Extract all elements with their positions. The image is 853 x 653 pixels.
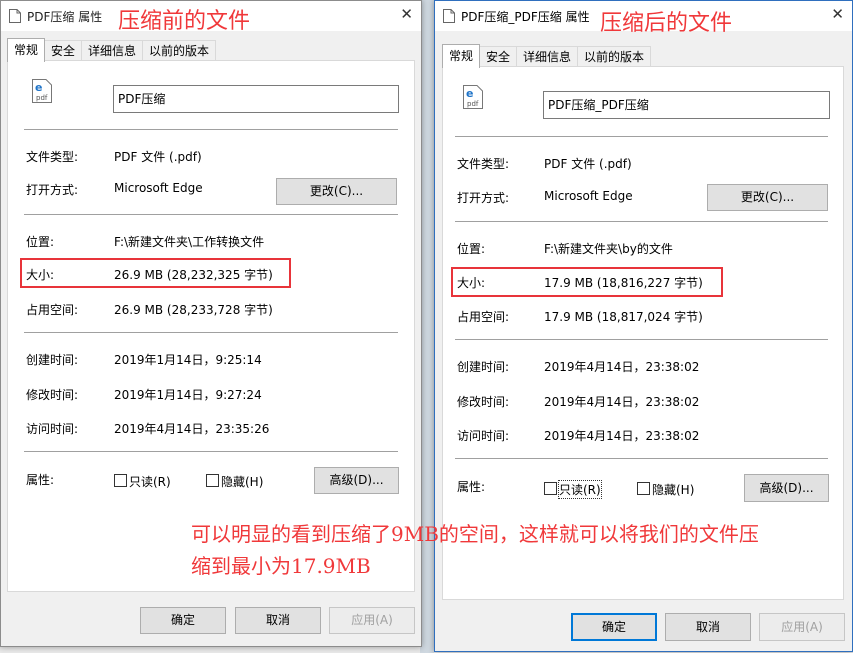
cancel-button[interactable]: 取消 [665, 613, 751, 641]
left-tab-strip: 常规 安全 详细信息 以前的版本 [7, 37, 217, 62]
size-highlight-box [20, 258, 291, 288]
right-window-title: PDF压缩_PDF压缩 属性 [461, 10, 590, 24]
annotation-line-2: 缩到最小为17.9MB [191, 554, 371, 578]
cancel-button[interactable]: 取消 [235, 607, 321, 634]
svg-text:pdf: pdf [36, 94, 48, 102]
open-with-value: Microsoft Edge [114, 181, 203, 195]
filename-input[interactable]: PDF压缩 [113, 85, 399, 113]
change-button[interactable]: 更改(C)... [276, 178, 397, 205]
right-tab-strip: 常规 安全 详细信息 以前的版本 [442, 43, 652, 68]
svg-text:e: e [35, 81, 42, 94]
annotation-line-1: 可以明显的看到压缩了9MB的空间，这样就可以将我们的文件压 [191, 522, 759, 546]
separator [24, 129, 398, 130]
apply-button[interactable]: 应用(A) [759, 613, 845, 641]
advanced-button[interactable]: 高级(D)... [314, 467, 399, 494]
created-value: 2019年4月14日，23:38:02 [544, 360, 700, 374]
tab-details[interactable]: 详细信息 [516, 46, 579, 68]
file-type-label: 文件类型: [457, 157, 510, 171]
hidden-checkbox[interactable] [206, 474, 219, 487]
created-value: 2019年1月14日，9:25:14 [114, 353, 262, 367]
separator [24, 332, 398, 333]
size-on-disk-value: 17.9 MB (18,817,024 字节) [544, 310, 703, 324]
tab-general[interactable]: 常规 [7, 38, 46, 62]
accessed-label: 访问时间: [457, 429, 510, 443]
readonly-label[interactable]: 只读(R) [129, 473, 171, 490]
separator [24, 214, 398, 215]
created-label: 创建时间: [26, 353, 79, 367]
tab-general[interactable]: 常规 [442, 44, 481, 68]
close-icon[interactable]: ✕ [400, 5, 413, 23]
accessed-value: 2019年4月14日，23:38:02 [544, 429, 700, 443]
attributes-label: 属性: [26, 473, 55, 487]
open-with-label: 打开方式: [26, 183, 79, 197]
edge-pdf-icon: e pdf [463, 85, 483, 109]
modified-value: 2019年1月14日，9:27:24 [114, 388, 262, 402]
tab-security[interactable]: 安全 [479, 46, 518, 68]
readonly-checkbox[interactable] [114, 474, 127, 487]
open-with-label: 打开方式: [457, 191, 510, 205]
separator [24, 451, 398, 452]
tab-security[interactable]: 安全 [44, 40, 83, 62]
apply-button[interactable]: 应用(A) [329, 607, 415, 634]
location-value: F:\新建文件夹\by的文件 [544, 242, 673, 256]
svg-text:e: e [466, 87, 473, 100]
open-with-value: Microsoft Edge [544, 189, 633, 203]
location-label: 位置: [457, 242, 486, 256]
pdf-file-icon [443, 9, 455, 23]
background-window-strip [420, 0, 434, 653]
hidden-checkbox[interactable] [637, 482, 650, 495]
size-highlight-box [451, 267, 723, 297]
separator [455, 339, 828, 340]
hidden-label[interactable]: 隐藏(H) [652, 481, 694, 498]
file-type-value: PDF 文件 (.pdf) [544, 157, 632, 171]
hidden-label[interactable]: 隐藏(H) [221, 473, 263, 490]
created-label: 创建时间: [457, 360, 510, 374]
filename-input[interactable]: PDF压缩_PDF压缩 [543, 91, 830, 119]
svg-text:pdf: pdf [467, 100, 479, 108]
modified-value: 2019年4月14日，23:38:02 [544, 395, 700, 409]
edge-pdf-icon: e pdf [32, 79, 52, 103]
close-icon[interactable]: ✕ [831, 5, 844, 23]
tab-details[interactable]: 详细信息 [81, 40, 144, 62]
pdf-file-icon [9, 9, 21, 23]
readonly-checkbox[interactable] [544, 482, 557, 495]
separator [455, 136, 828, 137]
file-type-value: PDF 文件 (.pdf) [114, 150, 202, 164]
change-button[interactable]: 更改(C)... [707, 184, 828, 211]
accessed-label: 访问时间: [26, 422, 79, 436]
size-on-disk-label: 占用空间: [457, 310, 510, 324]
size-on-disk-label: 占用空间: [26, 303, 79, 317]
size-on-disk-value: 26.9 MB (28,233,728 字节) [114, 303, 273, 317]
file-type-label: 文件类型: [26, 150, 79, 164]
left-overlay-caption: 压缩前的文件 [118, 9, 251, 34]
advanced-button[interactable]: 高级(D)... [744, 474, 829, 502]
location-value: F:\新建文件夹\工作转换文件 [114, 235, 265, 249]
accessed-value: 2019年4月14日，23:35:26 [114, 422, 270, 436]
left-general-panel: e pdf PDF压缩 文件类型: PDF 文件 (.pdf) 打开方式: Mi… [7, 60, 415, 592]
separator [455, 458, 828, 459]
right-overlay-caption: 压缩后的文件 [600, 11, 733, 36]
ok-button[interactable]: 确定 [140, 607, 226, 634]
left-window-title: PDF压缩 属性 [27, 10, 103, 24]
ok-button[interactable]: 确定 [571, 613, 657, 641]
separator [455, 221, 828, 222]
right-properties-dialog: PDF压缩_PDF压缩 属性 ✕ 常规 安全 详细信息 以前的版本 e pdf PDF… [434, 0, 853, 652]
location-label: 位置: [26, 235, 55, 249]
modified-label: 修改时间: [457, 395, 510, 409]
tab-previous-versions[interactable]: 以前的版本 [577, 46, 652, 68]
tab-previous-versions[interactable]: 以前的版本 [142, 40, 217, 62]
readonly-label[interactable]: 只读(R) [558, 480, 602, 499]
modified-label: 修改时间: [26, 388, 79, 402]
attributes-label: 属性: [457, 480, 486, 494]
